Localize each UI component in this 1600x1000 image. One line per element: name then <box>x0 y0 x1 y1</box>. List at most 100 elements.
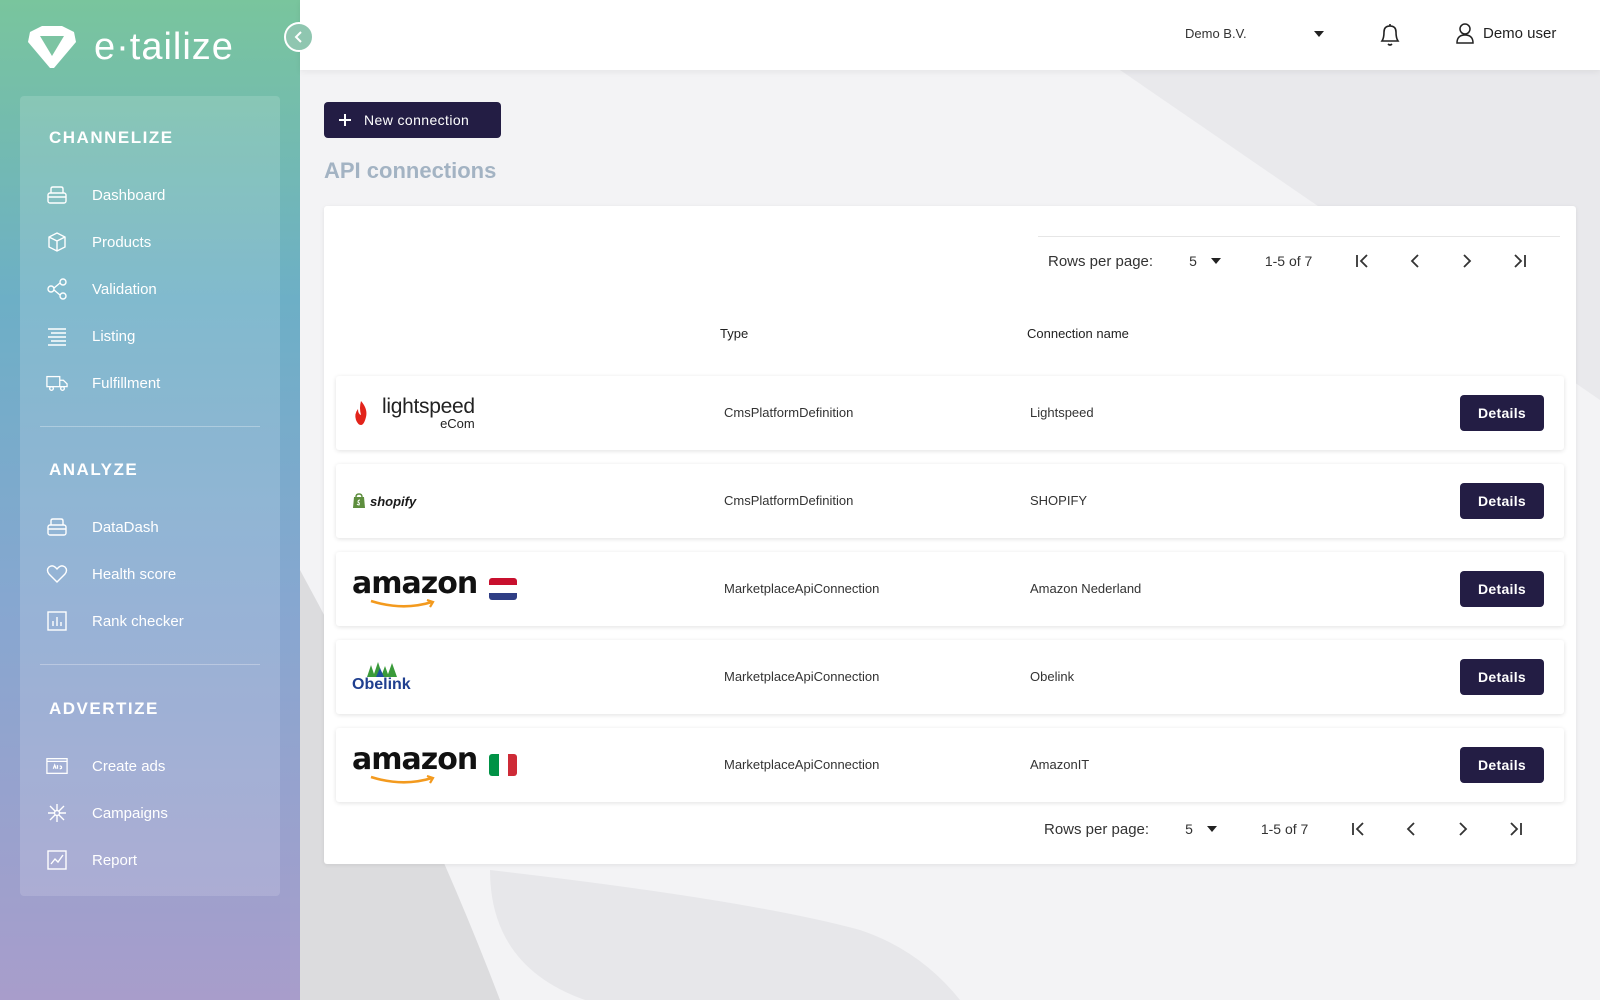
sidebar-item-label: Listing <box>92 327 136 345</box>
amazon-smile-icon <box>370 599 435 608</box>
connections-table: Rows per page: 5 1-5 of 7 Type Connectio… <box>324 206 1576 864</box>
plus-icon <box>339 114 351 126</box>
sidebar-item-products[interactable]: Products <box>46 227 151 257</box>
sidebar-item-create-ads[interactable]: Create ads <box>46 751 165 781</box>
bar-chart-icon <box>46 610 68 632</box>
brand-logo[interactable]: e·tailize <box>26 24 234 70</box>
details-button[interactable]: Details <box>1460 747 1544 783</box>
sidebar-item-label: Products <box>92 233 152 251</box>
last-page-button[interactable] <box>1504 246 1534 276</box>
last-page-button[interactable] <box>1500 814 1530 844</box>
chevron-left-icon <box>1411 254 1419 268</box>
sidebar-item-health-score[interactable]: Health score <box>46 559 176 589</box>
flame-icon <box>355 401 367 425</box>
sidebar-item-label: Create ads <box>92 757 166 775</box>
next-page-button[interactable] <box>1448 814 1478 844</box>
connection-type: MarketplaceApiConnection <box>724 757 880 772</box>
sidebar: e·tailize CHANNELIZE Dashboard Products … <box>0 0 300 1000</box>
chevron-right-icon <box>1463 254 1472 268</box>
connection-type: CmsPlatformDefinition <box>724 405 854 420</box>
user-menu[interactable]: Demo user <box>1455 22 1556 44</box>
column-header-type[interactable]: Type <box>720 326 748 341</box>
italy-flag-icon <box>489 754 518 776</box>
sidebar-item-label: Fulfillment <box>92 374 161 392</box>
column-header-connection-name[interactable]: Connection name <box>1027 326 1129 341</box>
trees-icon <box>367 662 398 677</box>
table-row: lightspeed eCom CmsPlatformDefinition Li… <box>336 376 1564 450</box>
first-page-icon <box>1356 254 1368 268</box>
next-page-button[interactable] <box>1452 246 1482 276</box>
section-title-advertize: ADVERTIZE <box>49 699 159 718</box>
sidebar-item-listing[interactable]: Listing <box>46 321 135 351</box>
first-page-button[interactable] <box>1344 814 1374 844</box>
first-page-button[interactable] <box>1348 246 1378 276</box>
sidebar-item-report[interactable]: Report <box>46 845 137 875</box>
sidebar-item-label: Rank checker <box>92 612 184 630</box>
amazon-wordmark: amazon <box>352 742 478 777</box>
connection-name: AmazonIT <box>1030 757 1090 772</box>
heart-icon <box>46 563 68 585</box>
chevron-right-icon <box>1459 822 1468 836</box>
sidebar-item-validation[interactable]: Validation <box>46 274 157 304</box>
collapse-sidebar-button[interactable] <box>284 22 314 52</box>
amazon-logo: amazon <box>352 552 518 626</box>
company-select[interactable]: Demo B.V. <box>1185 26 1325 41</box>
pagination-bottom: Rows per page: 5 1-5 of 7 <box>1044 814 1552 844</box>
nav-divider <box>40 664 260 665</box>
details-button[interactable]: Details <box>1460 395 1544 431</box>
page-range: 1-5 of 7 <box>1264 253 1313 269</box>
page-title: API connections <box>324 158 497 183</box>
dashboard-icon <box>46 184 68 206</box>
sidebar-item-datadash[interactable]: DataDash <box>46 512 159 542</box>
sidebar-item-rank-checker[interactable]: Rank checker <box>46 606 184 636</box>
rows-per-page-select[interactable]: 5 <box>1185 821 1217 837</box>
connection-type: CmsPlatformDefinition <box>724 493 854 508</box>
new-connection-label: New connection <box>364 112 470 128</box>
user-icon <box>1456 23 1474 44</box>
page-range: 1-5 of 7 <box>1260 821 1309 837</box>
topbar: Demo B.V. Demo user <box>300 0 1600 70</box>
connection-name: Amazon Nederland <box>1030 581 1142 596</box>
sidebar-item-dashboard[interactable]: Dashboard <box>46 180 165 210</box>
obelink-wordmark: Obelink <box>352 676 411 693</box>
section-title-analyze: ANALYZE <box>49 460 139 479</box>
sidebar-item-label: Health score <box>92 565 177 583</box>
amazon-smile-icon <box>370 775 435 784</box>
lightspeed-logo: lightspeed eCom <box>352 376 475 450</box>
pager-divider <box>1038 236 1560 237</box>
details-button[interactable]: Details <box>1460 659 1544 695</box>
rows-per-page-value: 5 <box>1189 253 1197 269</box>
details-button[interactable]: Details <box>1460 571 1544 607</box>
connection-name: Obelink <box>1030 669 1075 684</box>
details-button[interactable]: Details <box>1460 483 1544 519</box>
sidebar-item-fulfillment[interactable]: Fulfillment <box>46 368 160 398</box>
caret-down-icon <box>1206 826 1217 832</box>
rows-per-page-value: 5 <box>1185 821 1193 837</box>
obelink-logo: Obelink <box>352 640 411 714</box>
shopify-wordmark: shopify <box>370 493 417 509</box>
amazon-wordmark: amazon <box>352 566 478 601</box>
table-row: amazon MarketplaceApiConnection Amazon N… <box>336 552 1564 626</box>
netherlands-flag-icon <box>489 578 518 600</box>
connection-type: MarketplaceApiConnection <box>724 669 880 684</box>
sidebar-item-campaigns[interactable]: Campaigns <box>46 798 168 828</box>
user-name: Demo user <box>1483 24 1557 42</box>
report-icon <box>46 849 68 871</box>
pagination-top: Rows per page: 5 1-5 of 7 <box>1048 246 1556 276</box>
caret-down-icon <box>1314 30 1324 37</box>
sidebar-item-label: Campaigns <box>92 804 168 822</box>
notifications-button[interactable] <box>1378 22 1402 53</box>
lightspeed-wordmark: lightspeed <box>382 395 475 418</box>
connection-name: Lightspeed <box>1030 405 1094 420</box>
amazon-logo: amazon <box>352 728 518 802</box>
previous-page-button[interactable] <box>1400 246 1430 276</box>
list-icon <box>46 325 68 347</box>
nav-panel: CHANNELIZE Dashboard Products Validation… <box>20 96 280 896</box>
new-connection-button[interactable]: New connection <box>324 102 501 138</box>
sidebar-item-label: Report <box>92 851 138 869</box>
ads-icon <box>46 755 68 777</box>
rows-per-page-select[interactable]: 5 <box>1189 253 1221 269</box>
sidebar-item-label: Dashboard <box>92 186 166 204</box>
brand-name: e·tailize <box>94 25 234 68</box>
previous-page-button[interactable] <box>1396 814 1426 844</box>
